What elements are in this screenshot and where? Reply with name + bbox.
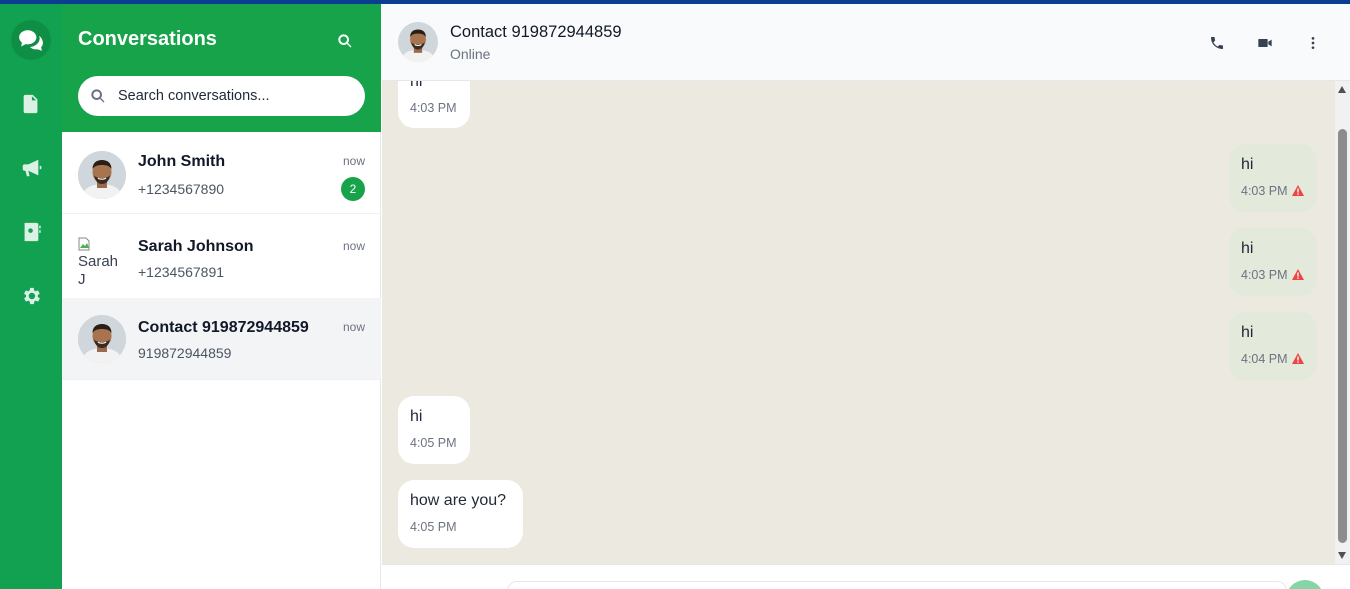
message-input[interactable] — [507, 581, 1287, 589]
contact-phone: 919872944859 — [138, 345, 232, 361]
gear-icon — [24, 287, 40, 305]
nav-contacts[interactable] — [0, 208, 62, 256]
message-time: 4:05 PM — [410, 520, 457, 534]
message-time: 4:03 PM — [410, 101, 457, 115]
contact-phone: +1234567890 — [138, 181, 225, 197]
chat-bubbles-icon — [19, 30, 43, 51]
voice-call-button[interactable] — [1206, 32, 1228, 54]
scroll-down-arrow[interactable] — [1338, 552, 1346, 559]
conversations-panel: Conversations John Smith +1234567890 now… — [62, 4, 381, 589]
incoming-message: how are you? 4:05 PM — [398, 480, 523, 548]
chat-area: Contact 919872944859 Online hi 4:03 PM h… — [382, 4, 1350, 589]
more-vertical-icon — [1311, 37, 1315, 49]
last-message-time: now — [342, 320, 365, 334]
document-icon — [23, 94, 38, 114]
search-input[interactable] — [118, 76, 358, 116]
message-text: hi — [1241, 240, 1254, 257]
message-text: hi — [1241, 156, 1254, 173]
contact-phone: +1234567891 — [138, 264, 225, 280]
message-list: hi 4:03 PM hi 4:03 PM hi 4:03 PM hi 4:04… — [382, 81, 1335, 564]
outgoing-message: hi 4:03 PM — [1229, 228, 1317, 296]
chat-contact-avatar — [398, 22, 438, 62]
broken-image-icon — [78, 237, 90, 251]
contact-book-icon — [24, 222, 41, 242]
more-options-button[interactable] — [1302, 32, 1324, 54]
megaphone-icon — [22, 159, 42, 177]
conversations-search-box — [78, 76, 365, 116]
contact-name: Sarah Johnson — [138, 238, 254, 255]
send-button[interactable] — [1286, 580, 1324, 589]
last-message-time: now — [342, 239, 365, 253]
message-time: 4:03 PM — [1241, 184, 1288, 198]
message-list-scrollbar[interactable] — [1335, 81, 1350, 564]
scroll-up-arrow[interactable] — [1338, 86, 1346, 93]
last-message-time: now — [342, 154, 365, 168]
message-text: hi — [410, 81, 423, 90]
chat-header: Contact 919872944859 Online — [382, 4, 1350, 81]
search-icon — [338, 34, 352, 48]
message-time: 4:05 PM — [410, 436, 457, 450]
unread-count-badge: 2 — [341, 177, 365, 201]
send-failed-warning-icon — [1291, 185, 1304, 196]
message-text: hi — [1241, 324, 1254, 341]
send-failed-warning-icon — [1291, 269, 1304, 280]
message-meta: 4:03 PM — [1241, 184, 1304, 198]
conversation-item-selected[interactable]: Contact 919872944859 919872944859 now — [62, 298, 381, 380]
incoming-message: hi 4:05 PM — [398, 396, 470, 464]
avatar-broken-image: Sarah J — [78, 237, 126, 285]
incoming-message: hi 4:03 PM — [398, 81, 470, 128]
outgoing-message: hi 4:04 PM — [1229, 312, 1317, 380]
nav-conversations-highlight — [11, 20, 51, 60]
video-icon — [1258, 39, 1272, 47]
phone-icon — [1211, 37, 1223, 49]
contact-name: John Smith — [138, 153, 226, 170]
nav-settings[interactable] — [0, 272, 62, 320]
nav-templates[interactable] — [0, 80, 62, 128]
conversation-item[interactable]: John Smith +1234567890 now 2 — [62, 132, 381, 214]
conversations-header: Conversations — [62, 4, 381, 132]
message-meta: 4:04 PM — [1241, 352, 1304, 366]
message-composer — [382, 564, 1350, 589]
message-text: how are you? — [410, 492, 507, 509]
avatar-alt-text: Sarah J — [78, 253, 119, 285]
avatar-photo — [78, 315, 126, 363]
avatar — [78, 315, 126, 363]
message-time: 4:04 PM — [1241, 352, 1288, 366]
send-failed-warning-icon — [1291, 353, 1304, 364]
navigation-rail — [0, 4, 62, 589]
message-meta: 4:03 PM — [1241, 268, 1304, 282]
chat-contact-name: Contact 919872944859 — [450, 23, 622, 41]
avatar-photo — [398, 22, 438, 62]
contact-name: Contact 919872944859 — [138, 319, 309, 336]
scrollbar-thumb[interactable] — [1338, 129, 1347, 543]
message-text: hi — [410, 408, 423, 425]
video-call-button[interactable] — [1254, 32, 1276, 54]
search-icon — [91, 89, 105, 103]
avatar-photo — [78, 151, 126, 199]
conversations-search-button[interactable] — [332, 28, 358, 54]
outgoing-message: hi 4:03 PM — [1229, 144, 1317, 212]
conversation-item[interactable]: Sarah J Sarah Johnson +1234567891 now — [62, 217, 381, 299]
chat-contact-status: Online — [450, 46, 491, 62]
nav-campaigns[interactable] — [0, 144, 62, 192]
message-time: 4:03 PM — [1241, 268, 1288, 282]
avatar — [78, 151, 126, 199]
conversations-title: Conversations — [78, 28, 217, 50]
nav-conversations[interactable] — [0, 16, 62, 64]
